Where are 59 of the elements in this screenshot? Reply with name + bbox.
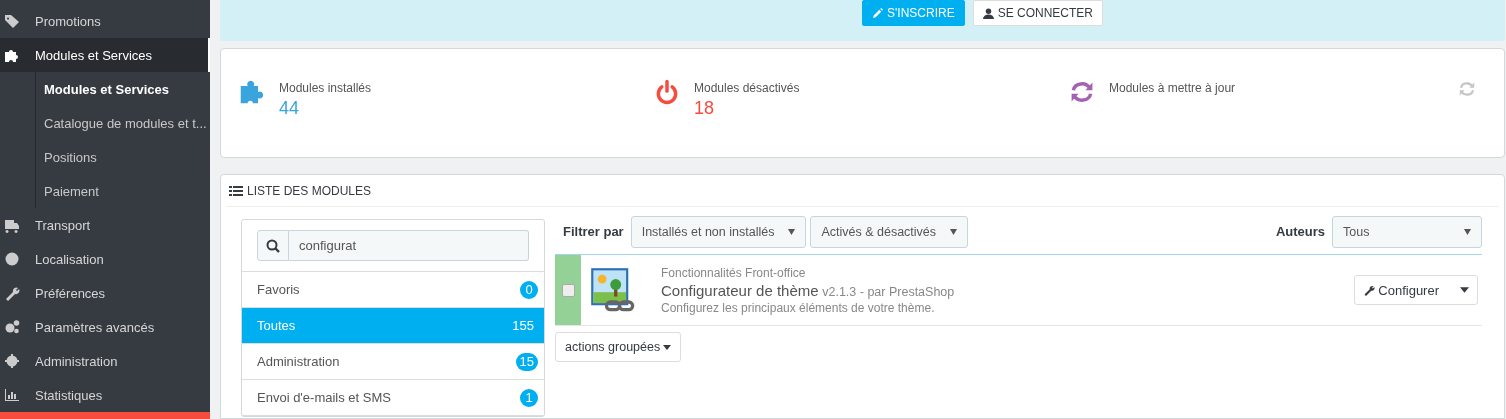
search-icon	[266, 238, 280, 253]
chart-icon	[4, 387, 20, 403]
module-category: Fonctionnalités Front-office	[661, 265, 807, 280]
count-badge: 15	[515, 352, 538, 371]
refresh-icon[interactable]	[1458, 80, 1476, 98]
category-item[interactable]: Envoi d'e-mails et SMS 1	[242, 380, 544, 416]
checkbox[interactable]	[561, 283, 575, 297]
filter-select[interactable]: Activés & désactivés	[810, 215, 969, 248]
pencil-icon	[872, 7, 883, 19]
wrench-icon	[1363, 284, 1376, 296]
stat-value: 44	[279, 98, 301, 119]
filter-select[interactable]: Installés et non installés	[630, 215, 807, 248]
stat-label: Modules à mettre à jour	[1109, 81, 1236, 95]
sidebar-item[interactable]: Modules et Services	[0, 38, 210, 72]
login-button[interactable]: SE CONNECTER	[972, 0, 1103, 26]
sidebar-item[interactable]: Transport	[0, 208, 210, 242]
user-icon	[982, 7, 994, 19]
truck-icon	[4, 217, 20, 233]
caret-icon	[788, 228, 796, 235]
search-field[interactable]: configurat	[289, 230, 529, 261]
list-icon	[229, 184, 243, 197]
sidebar-subitem[interactable]: Catalogue de modules et t...	[36, 106, 210, 140]
caret-icon	[1464, 228, 1471, 235]
category-label: Toutes	[257, 318, 296, 333]
category-label: Favoris	[257, 282, 300, 297]
stat-value: 18	[694, 98, 716, 119]
sidebar-subitem[interactable]: Modules et Services	[36, 72, 210, 106]
picture-link-icon	[589, 266, 637, 314]
caret-icon	[950, 228, 958, 235]
sidebar-item[interactable]: Statistiques	[0, 378, 210, 412]
tag-icon	[4, 13, 20, 29]
configure-button[interactable]: Configurer	[1354, 275, 1478, 305]
sidebar-item[interactable]: Localisation	[0, 242, 210, 276]
count-badge: 1	[520, 388, 538, 407]
bulk-actions-button[interactable]: actions groupées	[555, 332, 682, 362]
sidebar-item[interactable]: Préférences	[0, 276, 210, 310]
sidebar-item[interactable]: Administration	[0, 344, 210, 378]
stat-label: Modules installés	[279, 81, 372, 95]
module-version: v2.1.3 - par PrestaShop	[822, 284, 955, 299]
sidebar-item[interactable]: Promotions	[0, 4, 210, 38]
sidebar-subitem[interactable]: Positions	[36, 140, 210, 174]
module-name: Configurateur de thème	[661, 281, 819, 299]
caret-icon	[1460, 287, 1469, 293]
panel-title: LISTE DES MODULES	[247, 183, 372, 198]
category-item[interactable]: Administration 15	[242, 344, 544, 380]
wrench-icon	[4, 285, 20, 301]
sidebar-subitem[interactable]: Paiement	[36, 174, 210, 208]
category-count: 155	[511, 317, 535, 335]
sidebar-item[interactable]: Paramètres avancés	[0, 310, 210, 344]
stat-label: Modules désactivés	[694, 81, 800, 95]
module-description: Configurez les principaux éléments de votre thème.	[661, 300, 936, 315]
category-label: Envoi d'e-mails et SMS	[257, 390, 391, 405]
category-label: Administration	[257, 354, 340, 369]
filter-label: Filtrer par	[563, 224, 624, 239]
authors-label: Auteurs	[1275, 224, 1325, 239]
authors-select[interactable]: Tous	[1332, 215, 1482, 248]
caret-icon	[663, 344, 672, 350]
count-badge: 0	[520, 280, 538, 299]
puzzle-icon	[4, 47, 20, 63]
